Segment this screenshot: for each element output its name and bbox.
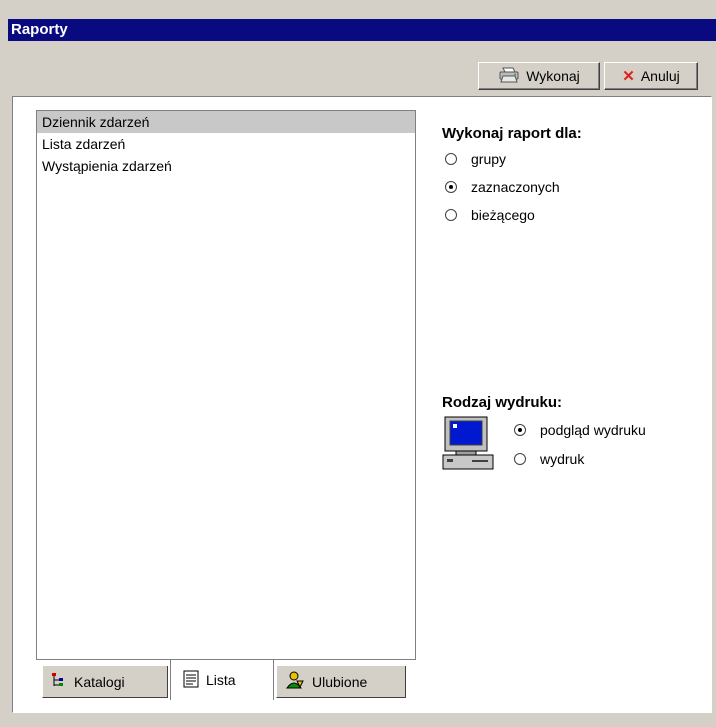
cancel-label: Anuluj: [640, 68, 680, 84]
list-icon: [183, 670, 199, 691]
tab-label: Lista: [206, 672, 236, 688]
radio-biezacego[interactable]: bieżącego: [445, 207, 535, 223]
tree-icon: [51, 672, 67, 691]
computer-monitor-icon: [442, 415, 494, 471]
radio-circle: [445, 209, 457, 221]
top-area: [0, 0, 716, 19]
print-type-title: Rodzaj wydruku:: [442, 394, 563, 411]
execute-button[interactable]: Wykonaj: [478, 62, 600, 90]
radio-label: zaznaczonych: [471, 179, 560, 195]
execute-label: Wykonaj: [526, 68, 580, 84]
list-item[interactable]: Wystąpienia zdarzeń: [37, 155, 415, 177]
radio-label: grupy: [471, 151, 507, 167]
radio-circle: [445, 181, 457, 193]
radio-circle: [514, 453, 526, 465]
radio-label: podgląd wydruku: [540, 422, 646, 438]
list-item[interactable]: Lista zdarzeń: [37, 133, 415, 155]
radio-wydruk[interactable]: wydruk: [514, 451, 584, 467]
person-icon: [285, 671, 305, 692]
report-list[interactable]: Dziennik zdarzeń Lista zdarzeń Wystąpien…: [36, 110, 416, 660]
radio-circle: [514, 424, 526, 436]
tab-label: Katalogi: [74, 673, 125, 690]
printer-icon: [498, 66, 520, 87]
tab-lista[interactable]: Lista: [170, 660, 274, 700]
close-icon: ✕: [622, 68, 635, 85]
tab-strip: Katalogi Lista Ulubione: [36, 660, 416, 702]
report-for-title: Wykonaj raport dla:: [442, 125, 582, 142]
radio-circle: [445, 153, 457, 165]
list-item[interactable]: Dziennik zdarzeń: [37, 111, 415, 133]
tab-ulubione[interactable]: Ulubione: [276, 666, 406, 698]
window-title: Raporty: [8, 19, 716, 41]
tab-katalogi[interactable]: Katalogi: [42, 666, 168, 698]
cancel-button[interactable]: ✕ Anuluj: [604, 62, 698, 90]
radio-podglad[interactable]: podgląd wydruku: [514, 422, 646, 438]
radio-grupy[interactable]: grupy: [445, 151, 506, 167]
tab-label: Ulubione: [312, 673, 368, 690]
radio-label: bieżącego: [471, 207, 535, 223]
radio-label: wydruk: [540, 451, 585, 467]
radio-zaznaczonych[interactable]: zaznaczonych: [445, 179, 560, 195]
